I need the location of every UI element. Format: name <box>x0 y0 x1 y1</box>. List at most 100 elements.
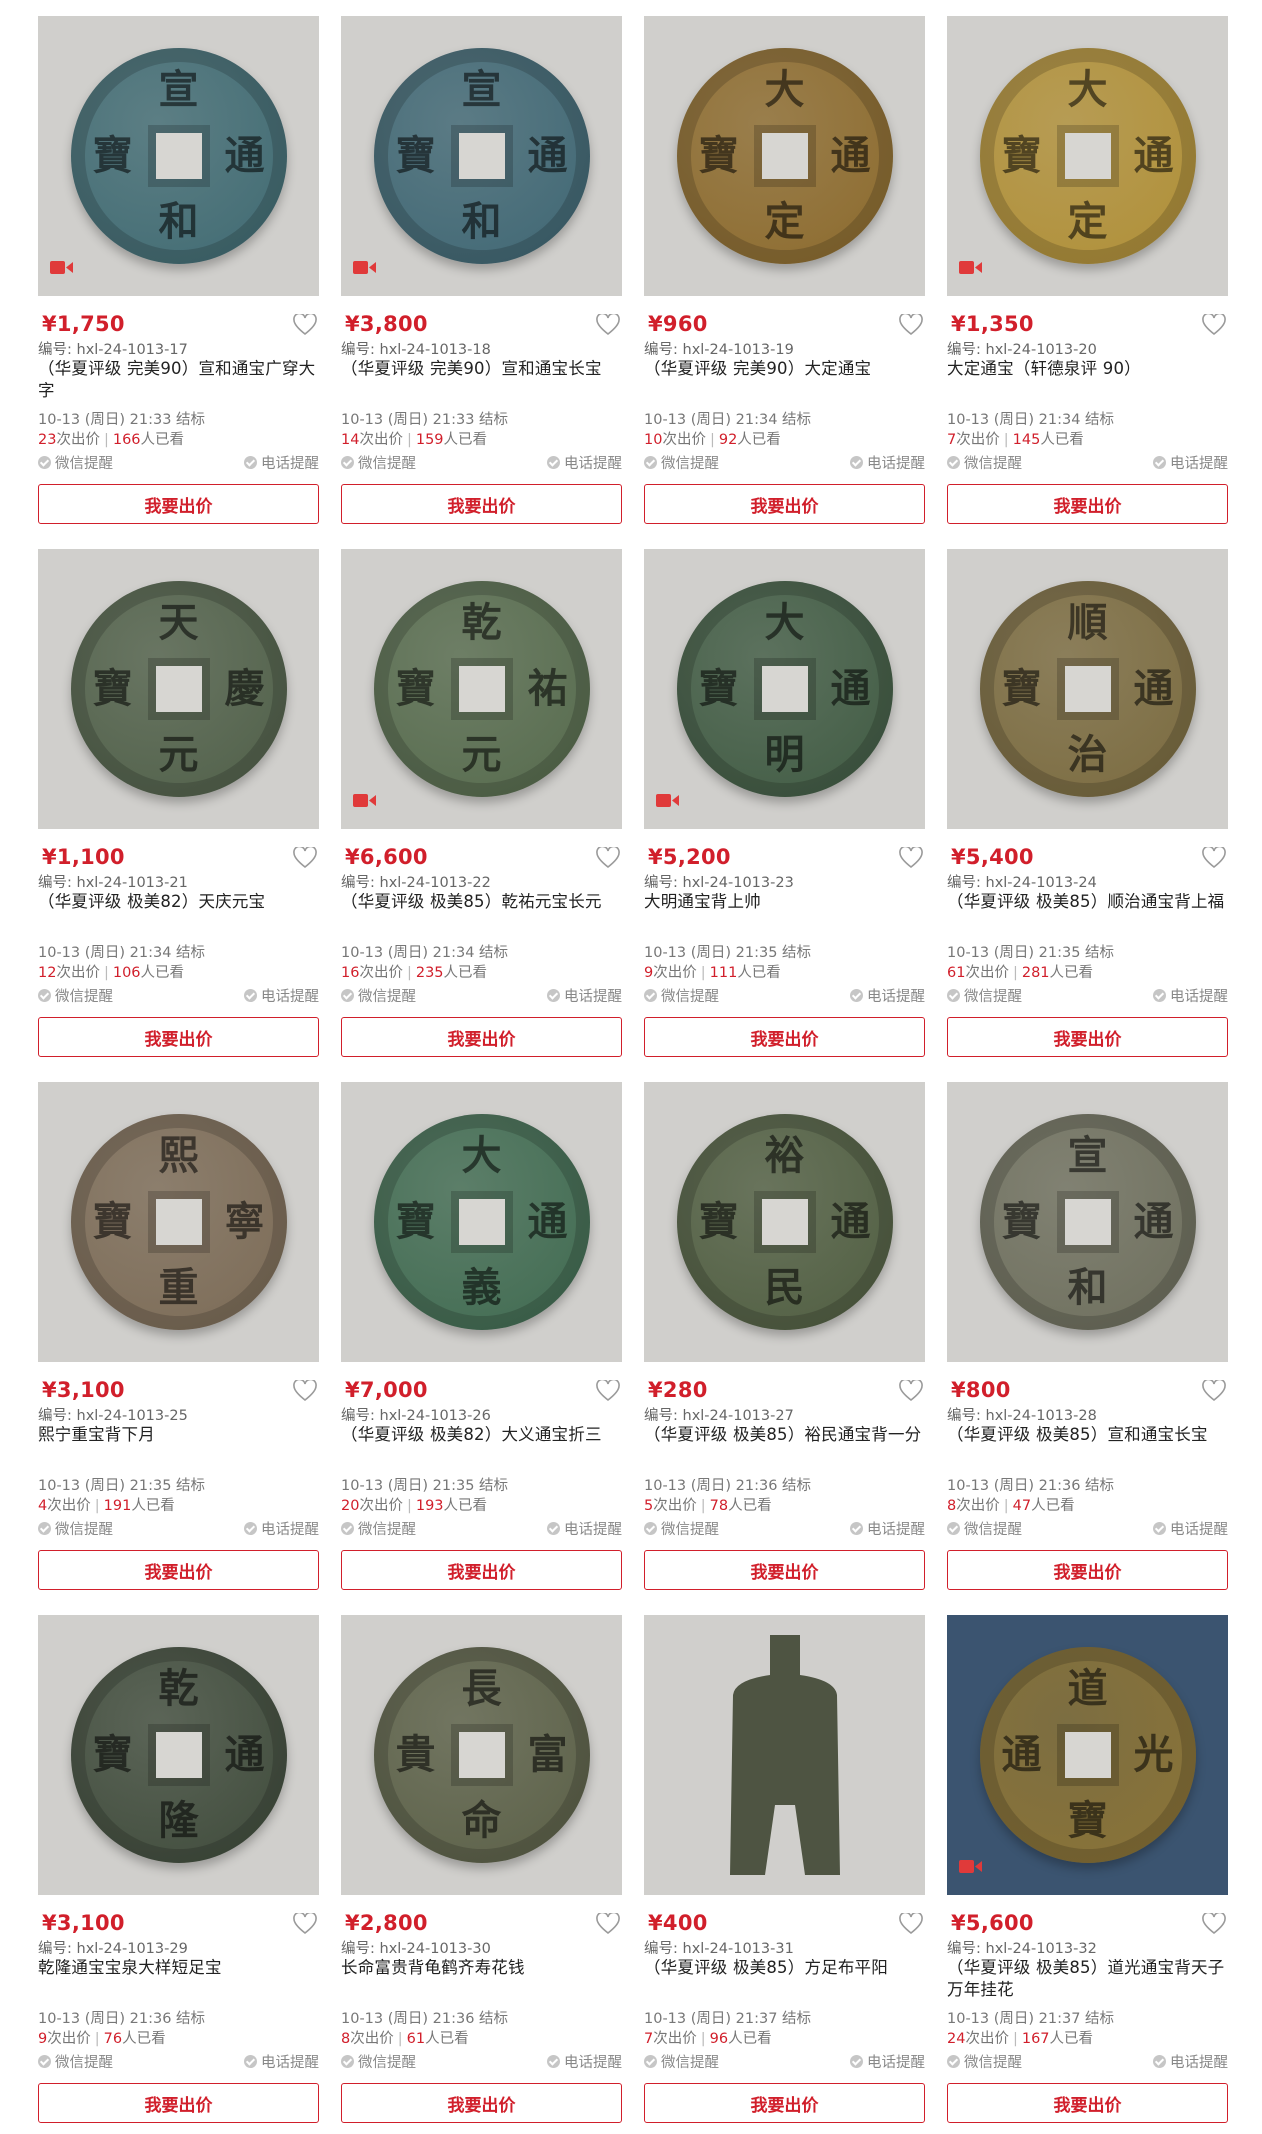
favorite-heart-icon[interactable] <box>293 1378 317 1402</box>
wechat-reminder-toggle[interactable]: 微信提醒 <box>38 985 113 1006</box>
place-bid-button[interactable]: 我要出价 <box>947 1550 1228 1590</box>
phone-reminder-toggle[interactable]: 电话提醒 <box>850 1518 925 1539</box>
phone-reminder-toggle[interactable]: 电话提醒 <box>850 2051 925 2072</box>
place-bid-button[interactable]: 我要出价 <box>644 1017 925 1057</box>
item-title[interactable]: 大定通宝（轩德泉评 90） <box>947 358 1228 380</box>
place-bid-button[interactable]: 我要出价 <box>947 484 1228 524</box>
wechat-reminder-toggle[interactable]: 微信提醒 <box>341 1518 416 1539</box>
item-title[interactable]: （华夏评级 极美85）道光通宝背天子万年挂花 <box>947 1957 1228 2001</box>
phone-reminder-toggle[interactable]: 电话提醒 <box>244 452 319 473</box>
favorite-heart-icon[interactable] <box>899 1378 923 1402</box>
favorite-heart-icon[interactable] <box>293 845 317 869</box>
wechat-reminder-toggle[interactable]: 微信提醒 <box>947 452 1022 473</box>
wechat-reminder-toggle[interactable]: 微信提醒 <box>644 452 719 473</box>
item-title[interactable]: （华夏评级 极美85）乾祐元宝长元 <box>341 891 622 913</box>
wechat-reminder-toggle[interactable]: 微信提醒 <box>341 452 416 473</box>
wechat-reminder-toggle[interactable]: 微信提醒 <box>38 452 113 473</box>
item-photo[interactable]: 熙重寶 寧 <box>38 1082 319 1362</box>
item-photo[interactable]: 大定寶 通 <box>947 16 1228 296</box>
item-code: 编号: hxl-24-1013-28 <box>947 1404 1097 1425</box>
item-title[interactable]: （华夏评级 极美85）方足布平阳 <box>644 1957 925 1979</box>
place-bid-button[interactable]: 我要出价 <box>644 484 925 524</box>
wechat-reminder-toggle[interactable]: 微信提醒 <box>341 985 416 1006</box>
item-photo[interactable]: 乾元寶 祐 <box>341 549 622 829</box>
favorite-heart-icon[interactable] <box>293 1911 317 1935</box>
item-photo[interactable]: 大定寶 通 <box>644 16 925 296</box>
item-title[interactable]: （华夏评级 极美82）天庆元宝 <box>38 891 319 913</box>
favorite-heart-icon[interactable] <box>899 845 923 869</box>
item-title[interactable]: 熙宁重宝背下月 <box>38 1424 319 1446</box>
item-photo[interactable]: 長命貴 富 <box>341 1615 622 1895</box>
item-title[interactable]: 大明通宝背上帅 <box>644 891 925 913</box>
wechat-reminder-toggle[interactable]: 微信提醒 <box>38 2051 113 2072</box>
place-bid-button[interactable]: 我要出价 <box>38 1550 319 1590</box>
favorite-heart-icon[interactable] <box>596 1911 620 1935</box>
phone-reminder-toggle[interactable]: 电话提醒 <box>244 2051 319 2072</box>
item-photo[interactable]: 乾隆寶 通 <box>38 1615 319 1895</box>
favorite-heart-icon[interactable] <box>596 845 620 869</box>
item-title[interactable]: （华夏评级 极美85）顺治通宝背上福 <box>947 891 1228 913</box>
phone-reminder-toggle[interactable]: 电话提醒 <box>547 1518 622 1539</box>
phone-reminder-toggle[interactable]: 电话提醒 <box>547 452 622 473</box>
place-bid-button[interactable]: 我要出价 <box>947 1017 1228 1057</box>
item-photo[interactable]: 天元寶 慶 <box>38 549 319 829</box>
place-bid-button[interactable]: 我要出价 <box>38 2083 319 2123</box>
phone-reminder-toggle[interactable]: 电话提醒 <box>244 985 319 1006</box>
item-photo[interactable]: 大義寶 通 <box>341 1082 622 1362</box>
phone-reminder-toggle[interactable]: 电话提醒 <box>1153 985 1228 1006</box>
item-photo[interactable]: 宣和寶 通 <box>341 16 622 296</box>
item-title[interactable]: （华夏评级 完美90）宣和通宝长宝 <box>341 358 622 380</box>
item-photo[interactable]: 道寶通 光 <box>947 1615 1228 1895</box>
wechat-reminder-toggle[interactable]: 微信提醒 <box>644 2051 719 2072</box>
wechat-reminder-toggle[interactable]: 微信提醒 <box>644 985 719 1006</box>
phone-reminder-toggle[interactable]: 电话提醒 <box>1153 2051 1228 2072</box>
item-photo[interactable]: 大明寶 通 <box>644 549 925 829</box>
place-bid-button[interactable]: 我要出价 <box>341 1017 622 1057</box>
place-bid-button[interactable]: 我要出价 <box>644 1550 925 1590</box>
wechat-reminder-toggle[interactable]: 微信提醒 <box>947 985 1022 1006</box>
item-photo[interactable]: 宣和寶 通 <box>38 16 319 296</box>
favorite-heart-icon[interactable] <box>1202 312 1226 336</box>
favorite-heart-icon[interactable] <box>293 312 317 336</box>
item-photo[interactable]: 宣和寶 通 <box>947 1082 1228 1362</box>
coin-character: 熙 <box>158 1132 199 1179</box>
item-title[interactable]: （华夏评级 极美85）宣和通宝长宝 <box>947 1424 1228 1446</box>
favorite-heart-icon[interactable] <box>899 312 923 336</box>
favorite-heart-icon[interactable] <box>1202 1911 1226 1935</box>
place-bid-button[interactable]: 我要出价 <box>341 1550 622 1590</box>
favorite-heart-icon[interactable] <box>596 1378 620 1402</box>
place-bid-button[interactable]: 我要出价 <box>947 2083 1228 2123</box>
wechat-reminder-toggle[interactable]: 微信提醒 <box>644 1518 719 1539</box>
phone-reminder-toggle[interactable]: 电话提醒 <box>1153 452 1228 473</box>
wechat-reminder-toggle[interactable]: 微信提醒 <box>341 2051 416 2072</box>
item-title[interactable]: （华夏评级 极美85）裕民通宝背一分 <box>644 1424 925 1446</box>
place-bid-button[interactable]: 我要出价 <box>38 1017 319 1057</box>
favorite-heart-icon[interactable] <box>596 312 620 336</box>
phone-reminder-toggle[interactable]: 电话提醒 <box>1153 1518 1228 1539</box>
item-title[interactable]: （华夏评级 完美90）宣和通宝广穿大字 <box>38 358 319 402</box>
item-title[interactable]: 长命富贵背龟鹤齐寿花钱 <box>341 1957 622 1979</box>
item-photo[interactable]: 順治寶 通 <box>947 549 1228 829</box>
favorite-heart-icon[interactable] <box>1202 845 1226 869</box>
wechat-reminder-toggle[interactable]: 微信提醒 <box>947 2051 1022 2072</box>
place-bid-button[interactable]: 我要出价 <box>341 484 622 524</box>
check-circle-icon <box>341 2055 354 2068</box>
wechat-reminder-toggle[interactable]: 微信提醒 <box>947 1518 1022 1539</box>
place-bid-button[interactable]: 我要出价 <box>38 484 319 524</box>
item-price: ¥6,600 <box>345 845 428 869</box>
place-bid-button[interactable]: 我要出价 <box>341 2083 622 2123</box>
item-title[interactable]: （华夏评级 完美90）大定通宝 <box>644 358 925 380</box>
phone-reminder-toggle[interactable]: 电话提醒 <box>244 1518 319 1539</box>
place-bid-button[interactable]: 我要出价 <box>644 2083 925 2123</box>
item-title[interactable]: 乾隆通宝宝泉大样短足宝 <box>38 1957 319 1979</box>
item-title[interactable]: （华夏评级 极美82）大义通宝折三 <box>341 1424 622 1446</box>
phone-reminder-toggle[interactable]: 电话提醒 <box>850 985 925 1006</box>
item-photo[interactable] <box>644 1615 925 1895</box>
favorite-heart-icon[interactable] <box>899 1911 923 1935</box>
wechat-reminder-toggle[interactable]: 微信提醒 <box>38 1518 113 1539</box>
favorite-heart-icon[interactable] <box>1202 1378 1226 1402</box>
phone-reminder-toggle[interactable]: 电话提醒 <box>850 452 925 473</box>
phone-reminder-toggle[interactable]: 电话提醒 <box>547 985 622 1006</box>
item-photo[interactable]: 裕民寶 通 <box>644 1082 925 1362</box>
phone-reminder-toggle[interactable]: 电话提醒 <box>547 2051 622 2072</box>
